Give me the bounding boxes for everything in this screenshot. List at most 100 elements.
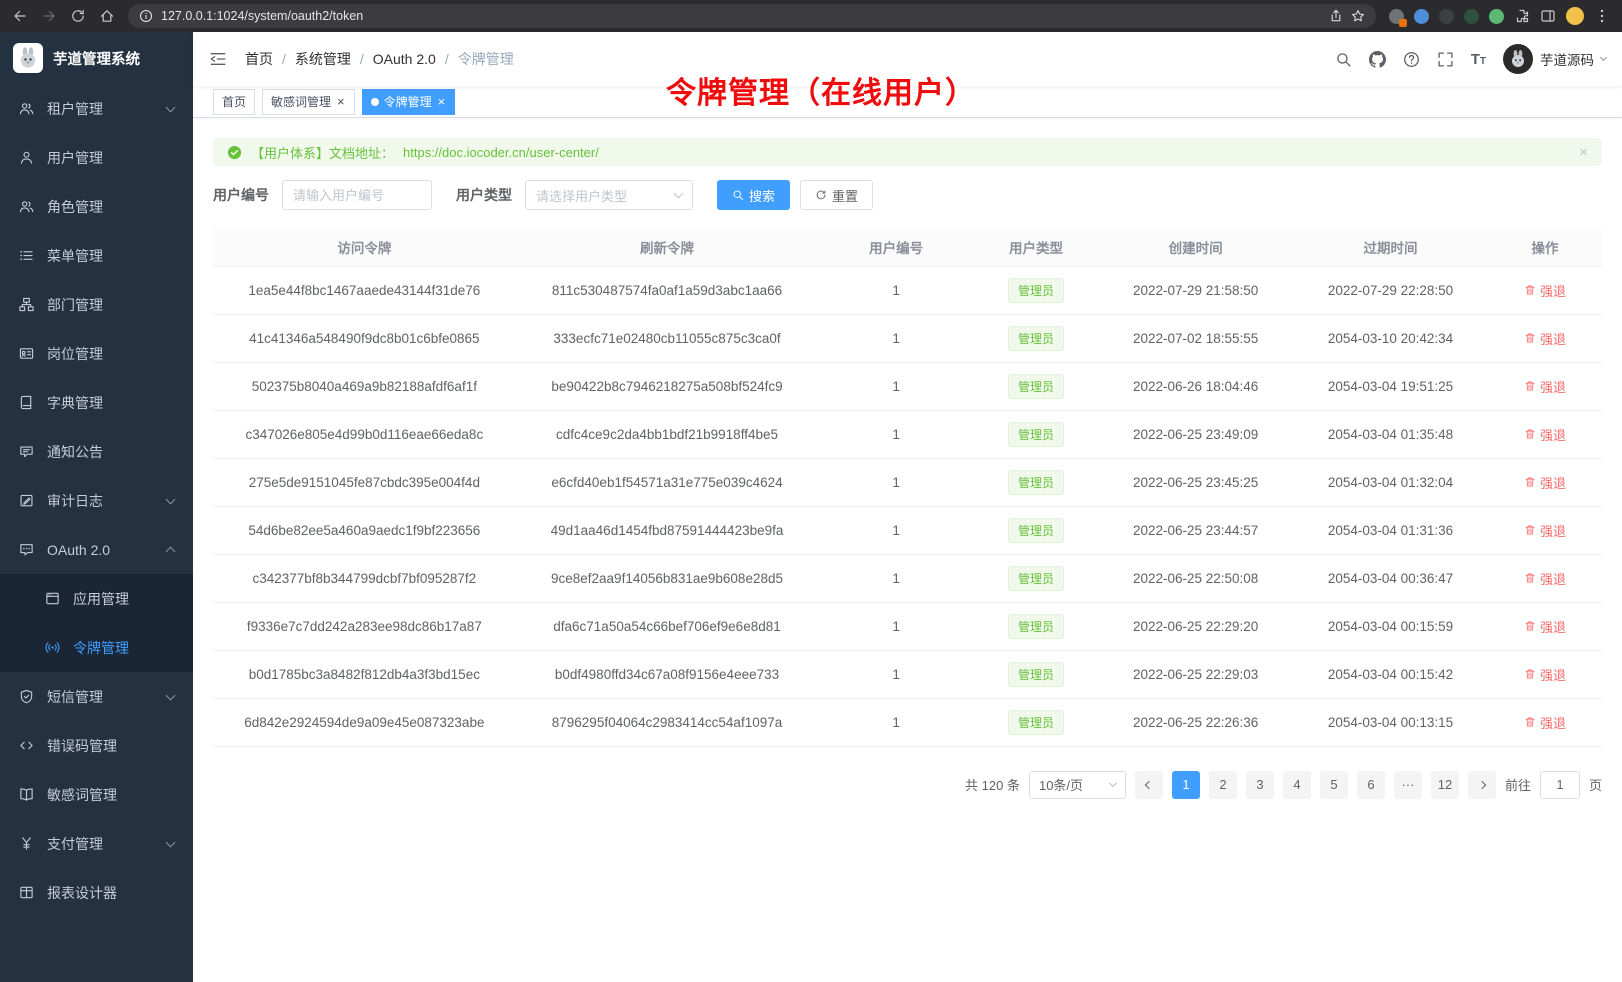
forward-icon[interactable]	[41, 8, 57, 24]
share-icon[interactable]	[1329, 9, 1343, 23]
extension-icon-green[interactable]	[1489, 9, 1504, 24]
sidebar-item-label: 支付管理	[47, 834, 103, 854]
reset-button[interactable]: 重置	[800, 180, 873, 210]
col-created-time: 创建时间	[1098, 228, 1293, 266]
tab-close-icon[interactable]: ×	[437, 95, 447, 108]
sidebar-item-notice[interactable]: 通知公告	[0, 427, 193, 476]
trash-icon	[1524, 428, 1536, 440]
user-id-input[interactable]	[282, 180, 432, 210]
cell-user-id: 1	[818, 602, 973, 650]
font-size-icon[interactable]: TT	[1471, 52, 1486, 67]
sidebar-item-sms[interactable]: 短信管理	[0, 672, 193, 721]
sidebar-item-label: 通知公告	[47, 442, 103, 462]
page-button-2[interactable]: 2	[1209, 771, 1237, 799]
force-logout-button[interactable]: 强退	[1524, 569, 1566, 588]
extension-icon-darkgreen[interactable]	[1464, 9, 1479, 24]
force-logout-button[interactable]: 强退	[1524, 713, 1566, 732]
page-button-12[interactable]: 12	[1431, 771, 1459, 799]
announcement-icon	[19, 444, 34, 459]
cell-expire-time: 2054-03-10 20:42:34	[1293, 314, 1488, 362]
page-button-6[interactable]: 6	[1357, 771, 1385, 799]
sidebar-item-dictionary[interactable]: 字典管理	[0, 378, 193, 427]
app-logo[interactable]: 芋道管理系统	[0, 32, 193, 84]
breadcrumb-item[interactable]: 首页	[245, 49, 273, 69]
sidebar-item-user[interactable]: 用户管理	[0, 133, 193, 182]
extension-icon-dark[interactable]	[1439, 9, 1454, 24]
browser-profile-avatar[interactable]	[1566, 7, 1584, 25]
home-icon[interactable]	[99, 8, 115, 24]
force-logout-button[interactable]: 强退	[1524, 617, 1566, 636]
sidebar-item-department[interactable]: 部门管理	[0, 280, 193, 329]
pages-more-button[interactable]: ···	[1394, 771, 1422, 799]
force-logout-button[interactable]: 强退	[1524, 329, 1566, 348]
trash-icon	[1524, 284, 1536, 296]
sidebar-item-audit-log[interactable]: 审计日志	[0, 476, 193, 525]
sidebar-item-oauth[interactable]: OAuth 2.0	[0, 525, 193, 574]
extension-icon-badged[interactable]	[1389, 9, 1404, 24]
page-button-1[interactable]: 1	[1172, 771, 1200, 799]
tab-token-management[interactable]: 令牌管理 ×	[362, 89, 456, 115]
side-panel-icon[interactable]	[1540, 8, 1556, 24]
extensions-puzzle-icon[interactable]	[1514, 8, 1530, 24]
search-button[interactable]: 搜索	[717, 180, 790, 210]
pagination: 共 120 条 10条/页 1 2 3 4 5 6 ··· 12 前往 页	[213, 771, 1602, 799]
sidebar-item-report-designer[interactable]: 报表设计器	[0, 868, 193, 917]
force-logout-button[interactable]: 强退	[1524, 665, 1566, 684]
sidebar-item-payment[interactable]: 支付管理	[0, 819, 193, 868]
breadcrumb-item[interactable]: 系统管理	[295, 49, 351, 69]
cell-user-type: 管理员	[974, 554, 1098, 602]
user-type-select[interactable]: 请选择用户类型	[525, 180, 693, 210]
user-menu[interactable]: 芋道源码	[1503, 44, 1606, 74]
doc-link[interactable]: https://doc.iocoder.cn/user-center/	[403, 145, 599, 160]
sidebar-item-app-management[interactable]: 应用管理	[0, 574, 193, 623]
site-info-icon[interactable]	[139, 9, 153, 23]
search-icon[interactable]	[1335, 51, 1352, 68]
sidebar-item-role[interactable]: 角色管理	[0, 182, 193, 231]
breadcrumb-separator: /	[445, 51, 449, 67]
chevron-right-icon	[1478, 780, 1486, 788]
force-logout-button[interactable]: 强退	[1524, 425, 1566, 444]
prev-page-button[interactable]	[1135, 771, 1163, 799]
force-logout-label: 强退	[1540, 713, 1566, 732]
address-bar[interactable]: 127.0.0.1:1024/system/oauth2/token	[128, 4, 1376, 28]
extension-icon-blue[interactable]	[1414, 9, 1429, 24]
back-icon[interactable]	[12, 8, 28, 24]
reload-icon[interactable]	[70, 8, 86, 24]
audit-log-icon	[19, 493, 34, 508]
sidebar-item-token-management[interactable]: 令牌管理	[0, 623, 193, 672]
page-button-5[interactable]: 5	[1320, 771, 1348, 799]
sidebar-item-menu[interactable]: 菜单管理	[0, 231, 193, 280]
app-title: 芋道管理系统	[53, 48, 140, 69]
users-icon	[19, 101, 34, 116]
docs-question-icon[interactable]	[1403, 51, 1420, 68]
sidebar-item-post[interactable]: 岗位管理	[0, 329, 193, 378]
bookmark-star-icon[interactable]	[1351, 9, 1365, 23]
page-size-select[interactable]: 10条/页	[1029, 771, 1126, 799]
sidebar-item-sensitive-word[interactable]: 敏感词管理	[0, 770, 193, 819]
sidebar-fold-icon[interactable]	[209, 50, 227, 68]
next-page-button[interactable]	[1468, 771, 1496, 799]
browser-menu-icon[interactable]	[1594, 8, 1610, 24]
github-icon[interactable]	[1369, 51, 1386, 68]
force-logout-label: 强退	[1540, 329, 1566, 348]
sidebar-item-tenant[interactable]: 租户管理	[0, 84, 193, 133]
page-button-4[interactable]: 4	[1283, 771, 1311, 799]
fullscreen-icon[interactable]	[1437, 51, 1454, 68]
force-logout-label: 强退	[1540, 377, 1566, 396]
reset-button-label: 重置	[832, 186, 858, 205]
page-button-3[interactable]: 3	[1246, 771, 1274, 799]
tab-close-icon[interactable]: ×	[336, 95, 346, 108]
force-logout-button[interactable]: 强退	[1524, 377, 1566, 396]
breadcrumb-item[interactable]: OAuth 2.0	[373, 51, 436, 67]
role-users-icon	[19, 199, 34, 214]
sidebar-item-error-code[interactable]: 错误码管理	[0, 721, 193, 770]
force-logout-button[interactable]: 强退	[1524, 281, 1566, 300]
goto-page-input[interactable]	[1540, 771, 1580, 799]
tab-home[interactable]: 首页	[213, 89, 255, 115]
user-type-badge: 管理员	[1008, 566, 1064, 591]
force-logout-button[interactable]: 强退	[1524, 473, 1566, 492]
tab-sensitive-word[interactable]: 敏感词管理 ×	[262, 89, 355, 115]
force-logout-button[interactable]: 强退	[1524, 521, 1566, 540]
org-tree-icon	[19, 297, 34, 312]
alert-close-icon[interactable]: ×	[1579, 144, 1588, 161]
